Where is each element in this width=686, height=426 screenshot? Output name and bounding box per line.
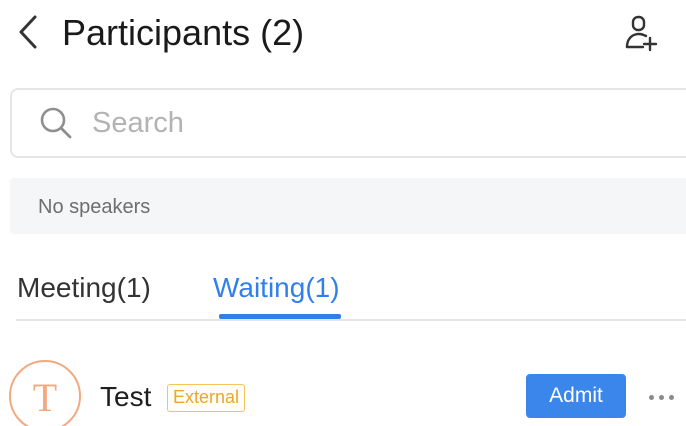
admit-button[interactable]: Admit — [526, 374, 626, 418]
add-user-icon — [625, 15, 658, 52]
more-horizontal-icon — [646, 394, 676, 400]
avatar-letter: T — [32, 375, 58, 420]
search-input[interactable] — [92, 98, 632, 148]
more-options-button[interactable] — [644, 380, 678, 414]
search-icon — [36, 103, 76, 143]
add-participant-button[interactable] — [618, 10, 664, 56]
back-button[interactable] — [10, 12, 46, 52]
participant-row: T Test External Admit — [0, 350, 686, 426]
header: Participants (2) — [0, 0, 686, 70]
participants-screen: Participants (2) No speakers Meeting(1) … — [0, 0, 686, 426]
tab-meeting[interactable]: Meeting(1) — [17, 268, 151, 308]
search-box[interactable] — [10, 88, 686, 158]
participant-name: Test — [100, 381, 152, 412]
external-badge: External — [167, 384, 246, 412]
divider — [16, 319, 686, 321]
page-title: Participants (2) — [62, 12, 305, 53]
speakers-bar: No speakers — [10, 178, 686, 234]
participant-tabs: Meeting(1) Waiting(1) — [0, 262, 686, 324]
avatar: T — [9, 360, 81, 426]
chevron-left-icon — [19, 15, 37, 49]
no-speakers-text: No speakers — [38, 196, 151, 218]
tab-waiting[interactable]: Waiting(1) — [213, 268, 340, 308]
